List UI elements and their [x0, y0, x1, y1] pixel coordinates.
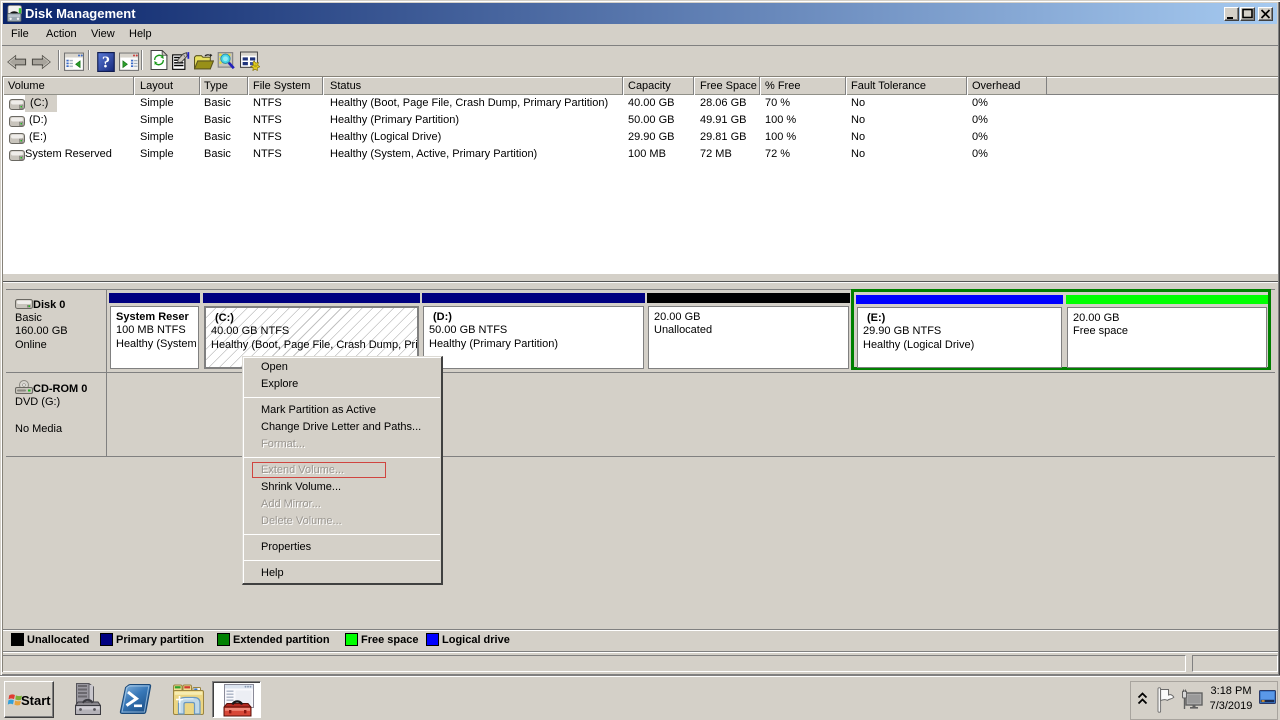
svg-text:?: ?	[102, 52, 110, 71]
